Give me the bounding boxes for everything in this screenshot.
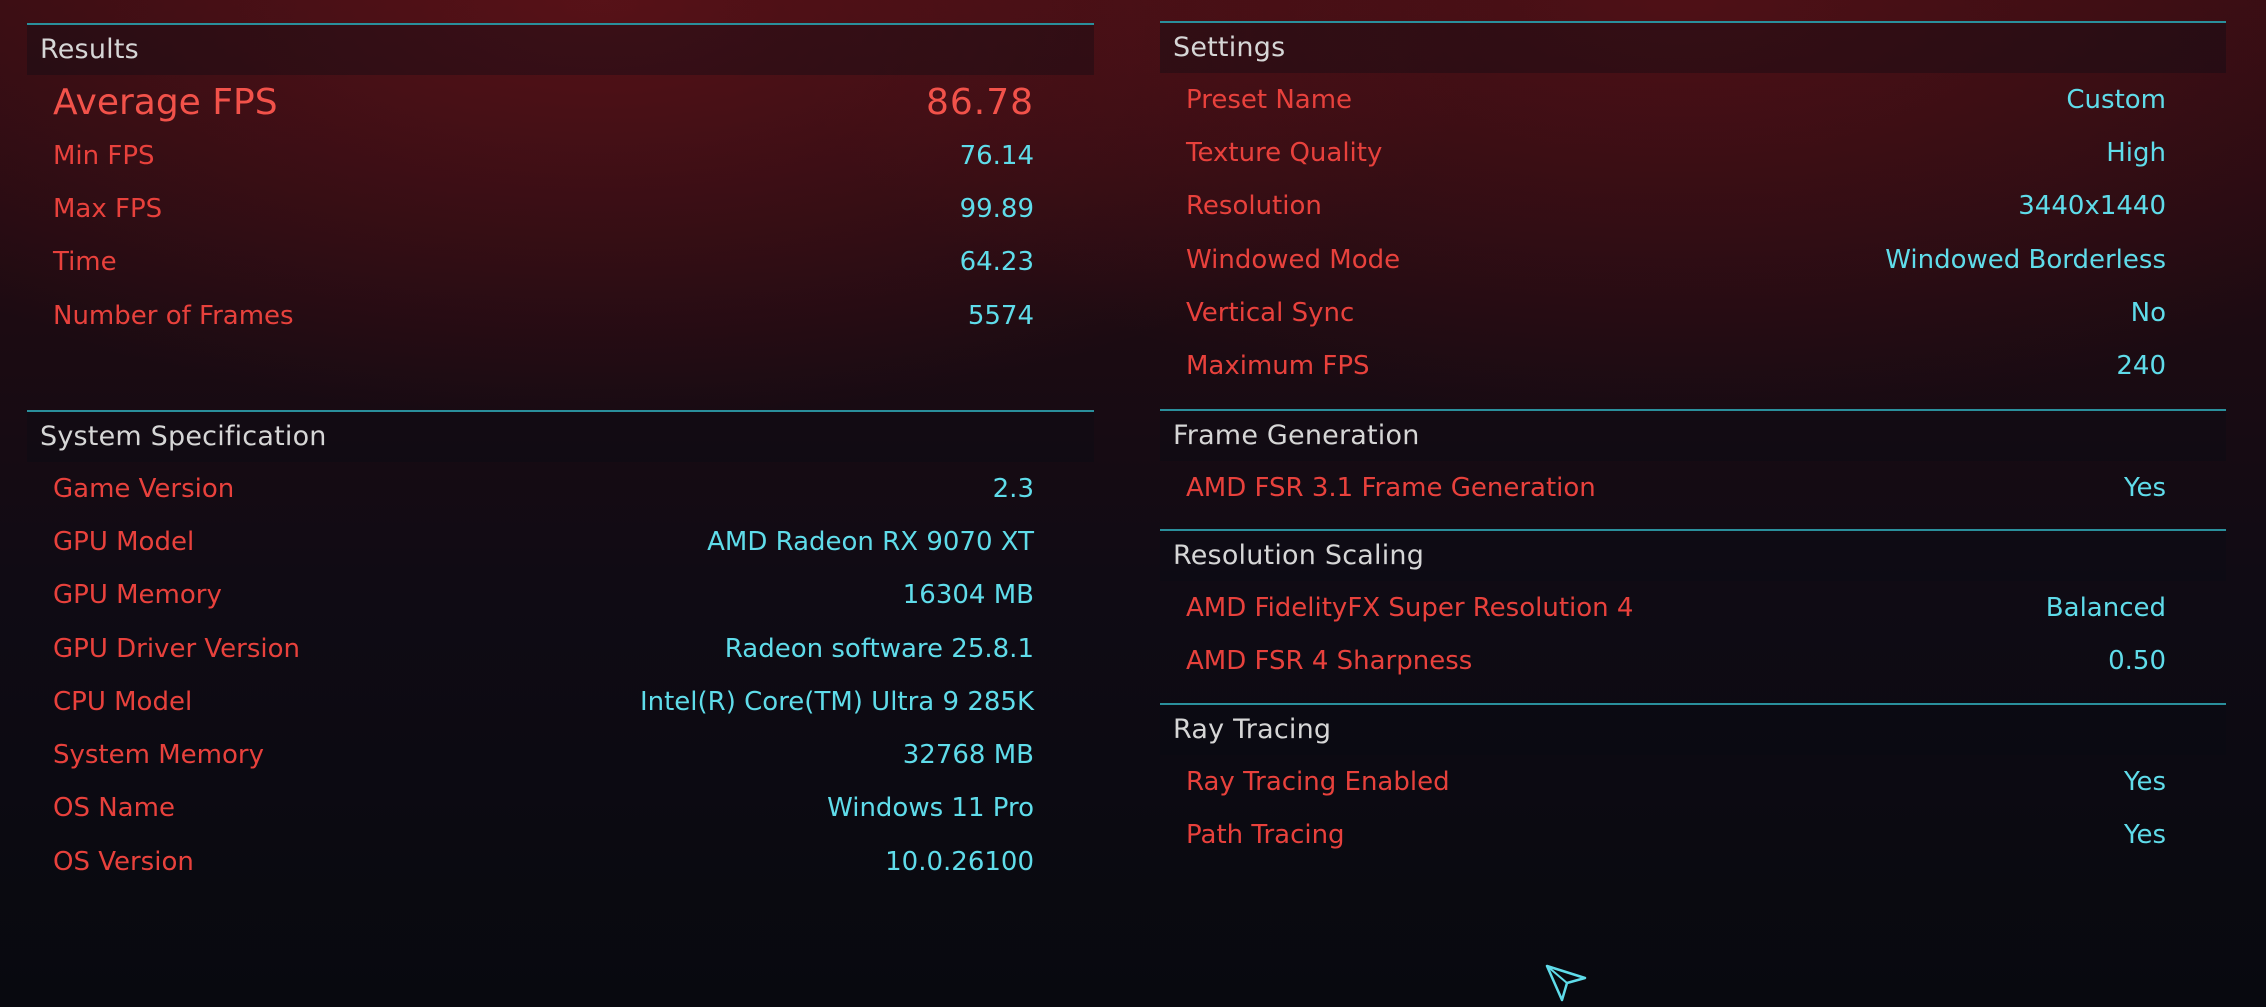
row-value: AMD Radeon RX 9070 XT xyxy=(707,526,1034,557)
frame-generation-section: Frame Generation AMD FSR 3.1 Frame Gener… xyxy=(1160,409,2226,514)
resolution-scaling-section: Resolution Scaling AMD FidelityFX Super … xyxy=(1160,529,2226,688)
row-value: Intel(R) Core(TM) Ultra 9 285K xyxy=(639,686,1034,717)
row-value: 16304 MB xyxy=(902,580,1034,611)
row-label: Resolution xyxy=(1186,191,1322,222)
row-value: 10.0.26100 xyxy=(885,846,1034,877)
row-value: 240 xyxy=(2116,351,2166,382)
results-row-min-fps: Min FPS 76.14 xyxy=(27,129,1094,182)
row-label: GPU Memory xyxy=(53,580,222,611)
row-value: No xyxy=(2130,297,2166,328)
row-value: Balanced xyxy=(2045,592,2166,623)
row-label: Path Tracing xyxy=(1186,819,1345,850)
row-value: Yes xyxy=(2124,766,2166,797)
right-panel: Settings Preset Name Custom Texture Qual… xyxy=(1160,0,2226,1007)
row-label: Vertical Sync xyxy=(1186,297,1355,328)
row-label: AMD FSR 4 Sharpness xyxy=(1186,645,1473,676)
settings-header: Settings xyxy=(1160,23,2226,73)
average-fps-value: 86.78 xyxy=(925,81,1034,123)
row-value: 64.23 xyxy=(959,247,1034,278)
ray-tracing-row-enabled: Ray Tracing Enabled Yes xyxy=(1160,755,2226,808)
row-label: GPU Model xyxy=(53,526,195,557)
ray-tracing-section: Ray Tracing Ray Tracing Enabled Yes Path… xyxy=(1160,703,2226,862)
settings-row-texture-quality: Texture Quality High xyxy=(1160,126,2226,179)
ray-tracing-header: Ray Tracing xyxy=(1160,705,2226,755)
row-label: Maximum FPS xyxy=(1186,351,1370,382)
frame-generation-header: Frame Generation xyxy=(1160,411,2226,461)
row-value: 5574 xyxy=(967,300,1034,331)
spec-row-gpu-memory: GPU Memory 16304 MB xyxy=(27,569,1094,622)
settings-row-windowed-mode: Windowed Mode Windowed Borderless xyxy=(1160,233,2226,286)
row-label: Min FPS xyxy=(53,140,155,171)
row-label: Time xyxy=(53,247,117,278)
resolution-scaling-row-sharpness: AMD FSR 4 Sharpness 0.50 xyxy=(1160,634,2226,687)
row-label: Ray Tracing Enabled xyxy=(1186,766,1450,797)
settings-section: Settings Preset Name Custom Texture Qual… xyxy=(1160,21,2226,393)
average-fps-row: Average FPS 86.78 xyxy=(27,75,1094,129)
row-label: Preset Name xyxy=(1186,84,1353,115)
row-label: GPU Driver Version xyxy=(53,633,300,664)
spec-row-os-name: OS Name Windows 11 Pro xyxy=(27,782,1094,835)
resolution-scaling-row-fsr4: AMD FidelityFX Super Resolution 4 Balanc… xyxy=(1160,581,2226,634)
average-fps-label: Average FPS xyxy=(53,81,278,123)
settings-row-preset-name: Preset Name Custom xyxy=(1160,73,2226,126)
system-specification-section: System Specification Game Version 2.3 GP… xyxy=(27,410,1094,888)
row-value: Windowed Borderless xyxy=(1885,244,2166,275)
results-header: Results xyxy=(27,25,1094,75)
frame-generation-row-amd-fsr-3-1: AMD FSR 3.1 Frame Generation Yes xyxy=(1160,461,2226,514)
row-label: CPU Model xyxy=(53,686,193,717)
row-value: 0.50 xyxy=(2108,645,2166,676)
spec-row-cpu-model: CPU Model Intel(R) Core(TM) Ultra 9 285K xyxy=(27,675,1094,728)
spec-row-gpu-model: GPU Model AMD Radeon RX 9070 XT xyxy=(27,515,1094,568)
row-value: 3440x1440 xyxy=(2018,191,2166,222)
results-section: Results Average FPS 86.78 Min FPS 76.14 … xyxy=(27,23,1094,342)
mouse-pointer-icon xyxy=(1545,964,1587,1002)
row-label: AMD FidelityFX Super Resolution 4 xyxy=(1186,592,1634,623)
results-row-max-fps: Max FPS 99.89 xyxy=(27,182,1094,235)
row-value: Yes xyxy=(2124,472,2166,503)
results-row-number-of-frames: Number of Frames 5574 xyxy=(27,289,1094,342)
row-label: Max FPS xyxy=(53,193,163,224)
row-value: 2.3 xyxy=(992,473,1034,504)
row-label: OS Name xyxy=(53,793,175,824)
row-label: Number of Frames xyxy=(53,300,294,331)
results-row-time: Time 64.23 xyxy=(27,236,1094,289)
spec-row-system-memory: System Memory 32768 MB xyxy=(27,728,1094,781)
row-label: Game Version xyxy=(53,473,235,504)
row-value: High xyxy=(2106,137,2166,168)
row-value: Radeon software 25.8.1 xyxy=(724,633,1034,664)
row-label: System Memory xyxy=(53,740,264,771)
ray-tracing-row-path-tracing: Path Tracing Yes xyxy=(1160,808,2226,861)
spec-row-gpu-driver-version: GPU Driver Version Radeon software 25.8.… xyxy=(27,622,1094,675)
system-specification-header: System Specification xyxy=(27,412,1094,462)
resolution-scaling-header: Resolution Scaling xyxy=(1160,531,2226,581)
row-value: 99.89 xyxy=(959,193,1034,224)
settings-row-resolution: Resolution 3440x1440 xyxy=(1160,180,2226,233)
row-value: Custom xyxy=(2066,84,2166,115)
row-value: Windows 11 Pro xyxy=(827,793,1034,824)
row-label: OS Version xyxy=(53,846,194,877)
settings-row-maximum-fps: Maximum FPS 240 xyxy=(1160,339,2226,392)
row-label: Texture Quality xyxy=(1186,137,1383,168)
spec-row-game-version: Game Version 2.3 xyxy=(27,462,1094,515)
row-value: 32768 MB xyxy=(902,740,1034,771)
settings-row-vertical-sync: Vertical Sync No xyxy=(1160,286,2226,339)
row-label: Windowed Mode xyxy=(1186,244,1401,275)
row-value: Yes xyxy=(2124,819,2166,850)
spec-row-os-version: OS Version 10.0.26100 xyxy=(27,835,1094,888)
row-value: 76.14 xyxy=(959,140,1034,171)
row-label: AMD FSR 3.1 Frame Generation xyxy=(1186,472,1596,503)
left-panel: Results Average FPS 86.78 Min FPS 76.14 … xyxy=(27,0,1094,1007)
